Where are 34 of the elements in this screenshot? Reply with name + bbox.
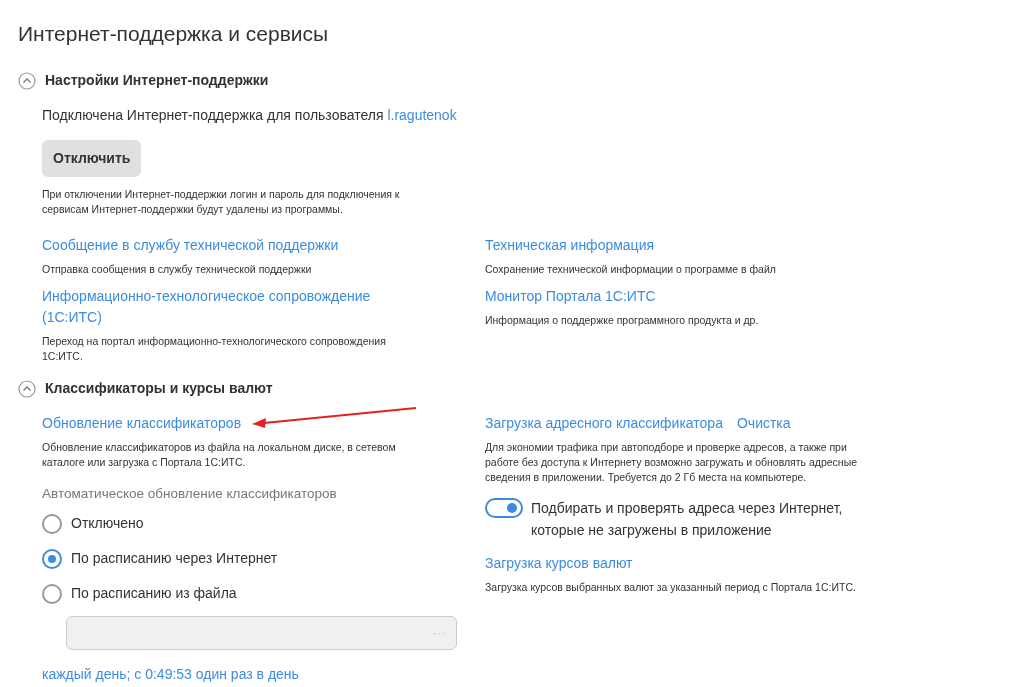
service-link[interactable]: Монитор Портала 1С:ИТС bbox=[485, 286, 656, 307]
link-description: Отправка сообщения в службу технической поддержки bbox=[42, 262, 313, 277]
link-description: Загрузка курсов выбранных валют за указанный период с Портала 1С:ИТС. bbox=[485, 580, 857, 595]
radio-button[interactable] bbox=[42, 513, 62, 534]
link-description: Переход на портал информационно-технологического сопровождения 1С:ИТС. bbox=[42, 334, 387, 364]
toggle-label[interactable]: Подбирать и проверять адреса через Интернет, которые не загружены в приложение bbox=[531, 497, 871, 541]
link-description: Информация о поддержке программного продукта и др. bbox=[485, 313, 760, 328]
currency-link[interactable]: Загрузка курсов валют bbox=[485, 553, 633, 574]
toggle-switch[interactable] bbox=[485, 498, 523, 518]
clear-link[interactable]: Очистка bbox=[736, 413, 791, 434]
link-description: Обновление классификаторов из файла на локальном диске, в сетевом каталоге или загрузка с Портала 1С:ИТС. bbox=[42, 440, 397, 470]
disconnect-button[interactable]: Отключить bbox=[42, 140, 142, 177]
schedule-link[interactable]: каждый день; с 0:49:53 один раз в день bbox=[42, 664, 299, 686]
radio-label[interactable]: По расписанию через Интернет bbox=[71, 548, 278, 570]
page-title: Интернет-поддержка и сервисы bbox=[18, 21, 330, 47]
service-link[interactable]: Сообщение в службу технической поддержки bbox=[42, 235, 339, 256]
radio-label[interactable]: Отключено bbox=[71, 513, 144, 535]
radio-button[interactable] bbox=[42, 583, 62, 604]
classifiers-link[interactable]: Обновление классификаторов bbox=[42, 413, 242, 434]
radio-button[interactable] bbox=[42, 548, 62, 569]
section-title[interactable]: Настройки Интернет-поддержки bbox=[45, 70, 269, 91]
section-title[interactable]: Классификаторы и курсы валют bbox=[45, 378, 273, 399]
group-label: Автоматическое обновление классификаторов bbox=[42, 485, 338, 503]
address-link[interactable]: Загрузка адресного классификатора bbox=[485, 413, 723, 434]
service-link[interactable]: Техническая информация bbox=[485, 235, 655, 256]
link-description: Для экономии трафика при автоподборе и проверке адресов, а также при работе без доступа к Интернету возможно загружать и обновлять адресные сведения в приложении. Требуется до 2 Гб места на компьютере. bbox=[485, 440, 859, 485]
note-text: При отключении Интернет-поддержки логин и пароль для подключения к сервисам Интернет-поддержки будут удалены из программы. bbox=[42, 187, 401, 217]
user-link[interactable]: l.ragutenok bbox=[387, 107, 457, 123]
radio-label[interactable]: По расписанию из файла bbox=[71, 583, 237, 605]
link-description: Сохранение технической информации о программе в файл bbox=[485, 262, 777, 277]
collapse-icon[interactable] bbox=[18, 71, 36, 90]
status-text: Подключена Интернет-поддержка для пользователя l.ragutenok bbox=[42, 106, 458, 125]
collapse-icon[interactable] bbox=[18, 379, 36, 398]
service-link[interactable]: Информационно-технологическое сопровождение (1С:ИТС) bbox=[42, 286, 402, 328]
